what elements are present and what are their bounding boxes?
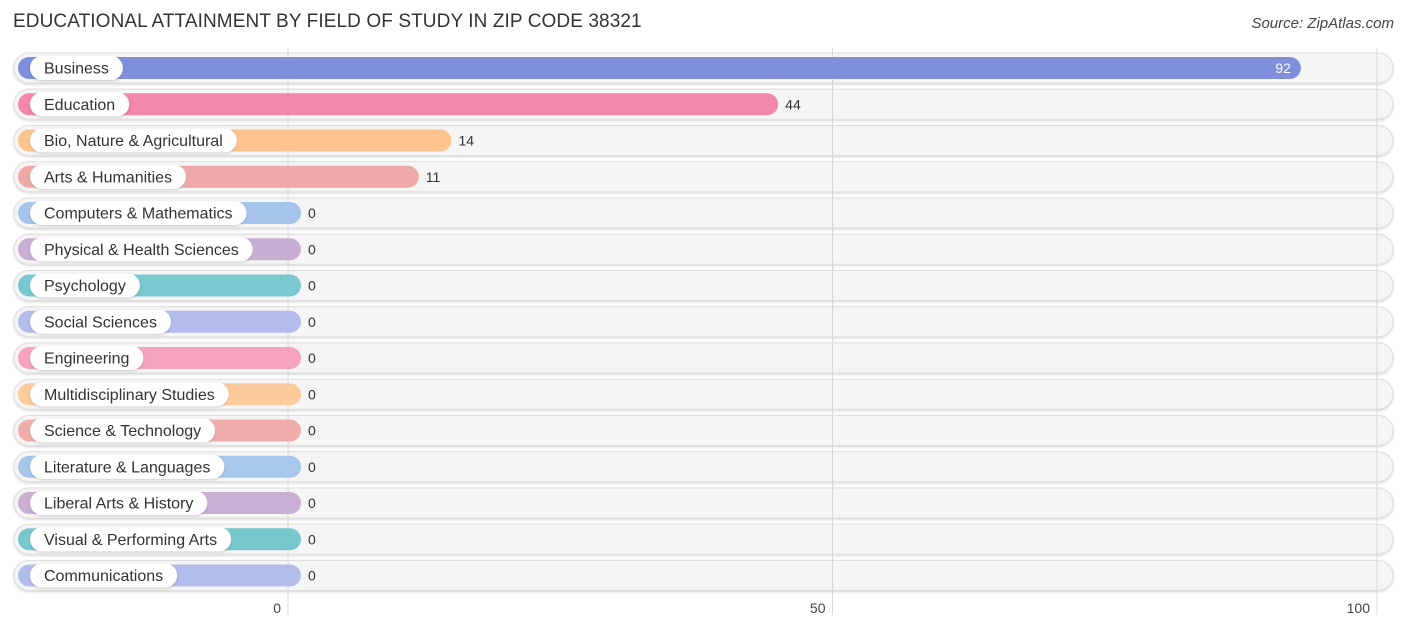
- category-label: Bio, Nature & Agricultural: [44, 133, 223, 150]
- value-label: 0: [308, 205, 316, 221]
- value-label: 0: [308, 568, 316, 584]
- category-label: Arts & Humanities: [44, 169, 172, 186]
- category-label: Literature & Languages: [44, 459, 210, 476]
- value-label: 44: [785, 96, 801, 112]
- value-label: 0: [308, 423, 316, 439]
- value-label: 0: [308, 314, 316, 330]
- tick-group: 0 50 100: [273, 600, 1370, 616]
- value-label: 0: [308, 531, 316, 547]
- category-label: Education: [44, 97, 115, 114]
- bar-chart: Business 92 Education 44 Bio, Nature & Agric…: [13, 48, 1394, 616]
- value-label: 0: [308, 278, 316, 294]
- value-label: 0: [308, 241, 316, 257]
- category-label: Business: [44, 61, 109, 78]
- value-label: 11: [426, 169, 441, 185]
- value-label: 14: [458, 133, 474, 149]
- category-label: Computers & Mathematics: [44, 206, 233, 223]
- x-tick-label: 0: [273, 600, 281, 616]
- category-label: Science & Technology: [44, 423, 201, 440]
- category-label: Engineering: [44, 351, 129, 368]
- bar: [18, 93, 779, 116]
- bar: [18, 57, 1301, 79]
- category-label: Communications: [44, 568, 163, 585]
- category-label: Liberal Arts & History: [44, 496, 193, 513]
- value-label: 0: [308, 350, 316, 366]
- value-label: 0: [308, 495, 316, 511]
- category-label: Psychology: [44, 278, 126, 295]
- x-tick-label: 50: [810, 600, 826, 616]
- value-label: 92: [1275, 60, 1291, 76]
- value-label: 0: [308, 459, 316, 475]
- value-label: 0: [308, 386, 316, 402]
- category-label: Physical & Health Sciences: [44, 242, 239, 259]
- category-label: Multidisciplinary Studies: [44, 387, 215, 404]
- x-tick-label: 100: [1347, 600, 1371, 616]
- category-label: Visual & Performing Arts: [44, 532, 217, 549]
- category-label: Social Sciences: [44, 314, 157, 331]
